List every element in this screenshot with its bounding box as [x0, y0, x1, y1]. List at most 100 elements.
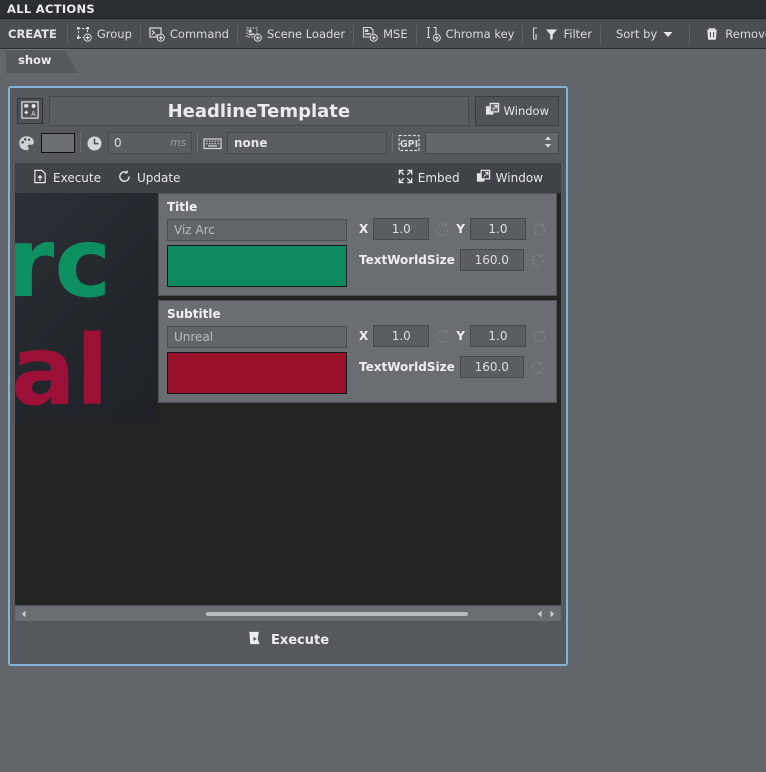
- title-size-input[interactable]: 160.0: [459, 249, 524, 271]
- field-group-title-right: X 1.0 Y 1.0 TextWorldSize 160.0: [347, 200, 548, 287]
- scene-loader-add-icon: [246, 26, 262, 42]
- svg-text:A: A: [31, 109, 36, 117]
- gpi-icon: GPI: [398, 134, 420, 152]
- update-button[interactable]: Update: [109, 166, 188, 190]
- toolbar-button-remove-all-label: Remove All: [725, 26, 766, 41]
- field-group-subtitle-left: Subtitle Unreal: [167, 307, 347, 394]
- title-y-value: 1.0: [488, 222, 508, 236]
- title-size-label: TextWorldSize: [359, 253, 455, 267]
- title-text-input[interactable]: Viz Arc: [167, 219, 347, 241]
- command-add-icon: [149, 26, 165, 42]
- panel-footer[interactable]: Execute: [15, 621, 561, 659]
- arrow-left-icon[interactable]: [534, 606, 546, 622]
- title-color-swatch[interactable]: [167, 245, 347, 287]
- title-x-input[interactable]: 1.0: [373, 218, 430, 240]
- toolbar-button-scene-loader[interactable]: Scene Loader: [239, 23, 352, 45]
- subtitle-x-label: X: [359, 329, 369, 343]
- toolbar-button-sort-by[interactable]: Sort by: [602, 23, 681, 45]
- field-group-title-left: Title Viz Arc: [167, 200, 347, 287]
- delay-unit: ms: [170, 137, 186, 149]
- palette-icon[interactable]: [17, 134, 36, 153]
- toolbar-divider: [599, 24, 601, 43]
- toolbar-button-command[interactable]: Command: [142, 23, 236, 45]
- tab-show[interactable]: show: [6, 49, 78, 73]
- toolbar-divider: [415, 24, 417, 43]
- properties-divider: [80, 133, 81, 153]
- shortcut-value: none: [234, 136, 268, 150]
- template-preview[interactable]: rc al: [15, 193, 158, 423]
- toolbar-button-group-label: Group: [96, 26, 132, 41]
- toolbar-button-remove-all[interactable]: Remove All: [697, 23, 766, 45]
- footer-execute-label: Execute: [270, 632, 330, 648]
- subtitle-x-input[interactable]: 1.0: [373, 325, 430, 347]
- toolbar-button-filter[interactable]: Filter: [524, 23, 598, 45]
- toolbar-button-command-label: Command: [169, 26, 229, 41]
- action-window-button[interactable]: Window: [468, 166, 551, 190]
- toolbar-button-filter-label: Filter: [563, 26, 592, 41]
- template-name-field[interactable]: HeadlineTemplate: [49, 96, 469, 126]
- subtitle-color-swatch[interactable]: [167, 352, 347, 394]
- subtitle-y-value: 1.0: [488, 329, 508, 343]
- update-icon: [117, 169, 132, 187]
- title-x-value: 1.0: [391, 222, 411, 236]
- panel-body-top: rc al Title Viz Arc X 1.0 Y 1.0 TextWorl…: [15, 193, 561, 423]
- reset-icon[interactable]: [531, 328, 548, 345]
- toolbar-create-label: CREATE: [8, 26, 57, 41]
- shortcut-input[interactable]: none: [227, 132, 387, 154]
- arrow-right-icon[interactable]: [546, 606, 558, 622]
- title-size-row: TextWorldSize 160.0: [359, 249, 548, 271]
- properties-divider: [391, 133, 393, 153]
- window-popout-icon: [476, 169, 491, 187]
- subtitle-xy-row: X 1.0 Y 1.0: [359, 325, 548, 347]
- subtitle-text-value: Unreal: [174, 330, 214, 344]
- panel-window-button[interactable]: Window: [474, 96, 559, 126]
- toolbar-button-chroma-key[interactable]: Chroma key: [418, 23, 522, 45]
- execute-button[interactable]: Execute: [25, 166, 109, 190]
- reset-icon[interactable]: [529, 252, 546, 269]
- properties-divider: [197, 133, 198, 153]
- title-size-value: 160.0: [474, 253, 509, 267]
- field-group-title-label: Title: [167, 200, 198, 214]
- field-group-subtitle-label: Subtitle: [167, 307, 221, 321]
- keyboard-icon: [203, 135, 222, 152]
- subtitle-size-input[interactable]: 160.0: [459, 356, 524, 378]
- subtitle-y-input[interactable]: 1.0: [469, 325, 526, 347]
- tab-show-label: show: [18, 53, 52, 67]
- toolbar-button-group[interactable]: Group: [69, 23, 139, 45]
- panel-properties-row: 0 ms none GPI: [15, 126, 561, 159]
- subtitle-size-row: TextWorldSize 160.0: [359, 356, 548, 378]
- chroma-key-add-icon: [425, 26, 441, 42]
- group-add-icon: [76, 26, 92, 42]
- window-titlebar: ALL ACTIONS: [0, 0, 766, 19]
- delay-value: 0: [114, 136, 122, 150]
- scrollbar-thumb[interactable]: [206, 611, 469, 616]
- subtitle-x-value: 1.0: [391, 329, 411, 343]
- template-icon-button[interactable]: A: [17, 98, 43, 124]
- toolbar-button-mse-label: MSE: [383, 26, 408, 41]
- title-y-input[interactable]: 1.0: [469, 218, 526, 240]
- reset-icon[interactable]: [434, 328, 451, 345]
- embed-button[interactable]: Embed: [390, 166, 468, 190]
- field-group-title: Title Viz Arc X 1.0 Y 1.0 TextWorldSize …: [158, 193, 557, 296]
- reset-icon[interactable]: [434, 221, 451, 238]
- preview-line1: rc: [15, 207, 112, 319]
- toolbar-button-scene-loader-label: Scene Loader: [266, 26, 346, 41]
- toolbar-button-chroma-key-label: Chroma key: [445, 26, 515, 41]
- subtitle-text-input[interactable]: Unreal: [167, 326, 347, 348]
- toolbar-button-mse[interactable]: MSE: [355, 23, 415, 45]
- field-groups: Title Viz Arc X 1.0 Y 1.0 TextWorldSize …: [158, 193, 561, 423]
- toolbar-divider: [66, 24, 68, 43]
- arrow-left-icon[interactable]: [18, 606, 30, 622]
- horizontal-scrollbar[interactable]: [15, 605, 561, 621]
- embed-button-label: Embed: [417, 171, 460, 185]
- delay-input[interactable]: 0 ms: [108, 132, 192, 154]
- scrollbar-track[interactable]: [30, 606, 534, 622]
- gpi-select[interactable]: [424, 132, 559, 154]
- embed-icon: [398, 169, 413, 187]
- reset-icon[interactable]: [529, 359, 546, 376]
- panel-body: rc al Title Viz Arc X 1.0 Y 1.0 TextWorl…: [15, 193, 561, 621]
- reset-icon[interactable]: [531, 221, 548, 238]
- window-title: ALL ACTIONS: [7, 2, 96, 16]
- panel-color-swatch[interactable]: [41, 133, 75, 153]
- panel-window-button-label: Window: [503, 104, 549, 118]
